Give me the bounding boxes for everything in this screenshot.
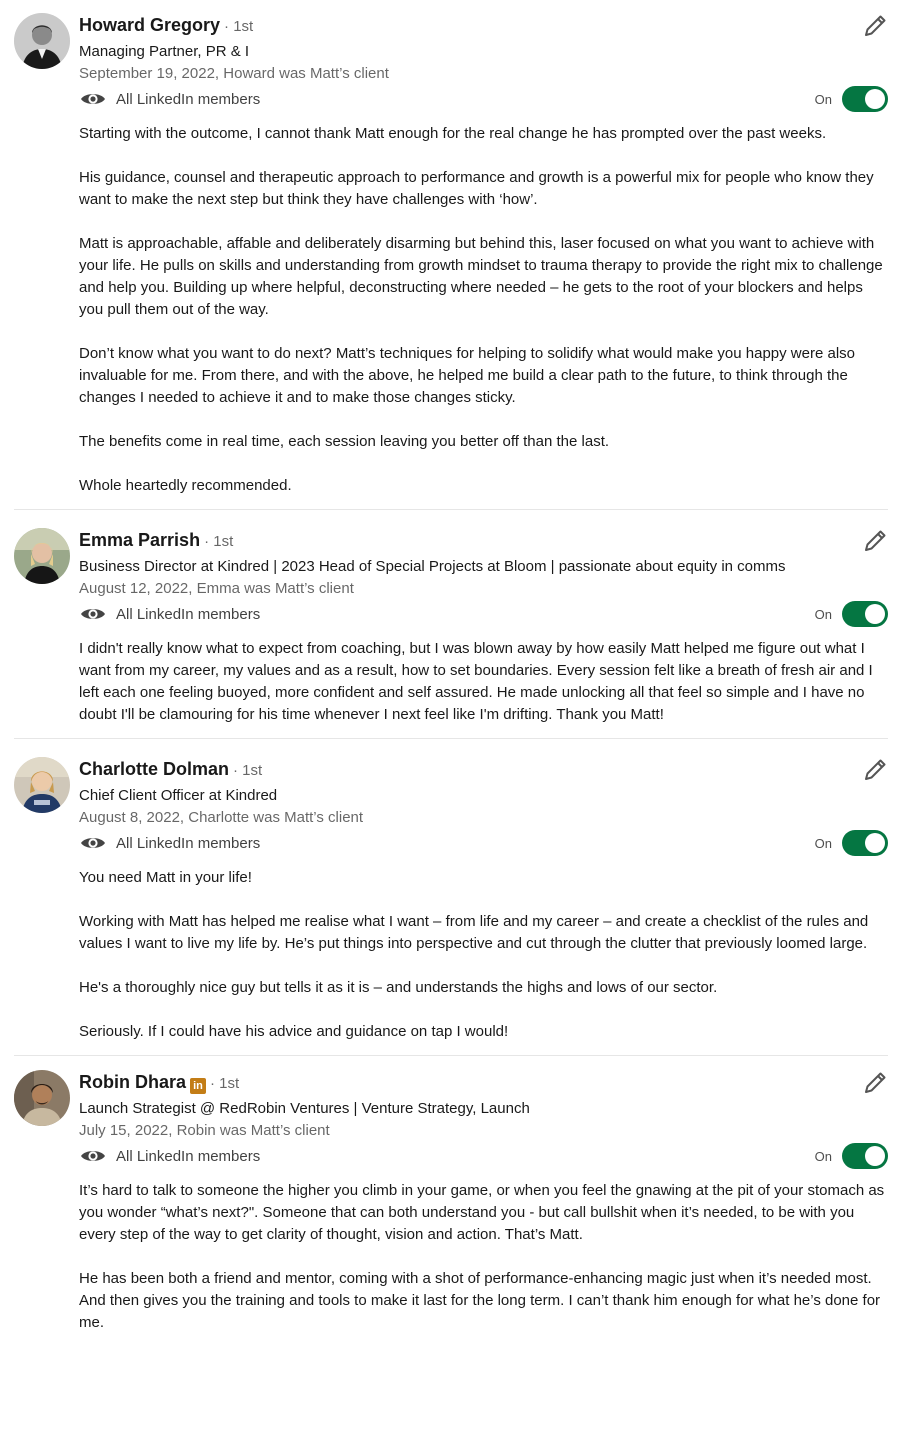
- visibility-toggle[interactable]: [842, 830, 888, 856]
- toggle-on-label: On: [814, 606, 832, 622]
- toggle-knob: [865, 1146, 885, 1166]
- visibility-toggle[interactable]: [842, 601, 888, 627]
- recommendation-paragraph: He's a thoroughly nice guy but tells it …: [79, 979, 718, 996]
- recommender-headline: Managing Partner, PR & I: [79, 43, 250, 60]
- edit-recommendation-button[interactable]: [862, 528, 888, 554]
- visibility-label: All LinkedIn members: [116, 834, 261, 852]
- visibility-row: All LinkedIn members On: [79, 1142, 888, 1170]
- connection-degree: · 1st: [204, 533, 234, 550]
- linkedin-premium-badge-icon: in: [190, 1078, 207, 1094]
- recommendation-text: It’s hard to talk to someone the higher …: [14, 1170, 887, 1334]
- recommender-headline: Launch Strategist @ RedRobin Ventures | …: [79, 1100, 530, 1117]
- recommendation-paragraph: Don’t know what you want to do next? Mat…: [79, 345, 855, 406]
- avatar[interactable]: [14, 757, 70, 813]
- connection-degree: · 1st: [210, 1075, 240, 1092]
- pencil-icon: [865, 759, 886, 780]
- recommendation-text: I didn't really know what to expect from…: [14, 628, 887, 726]
- visibility-toggle[interactable]: [842, 86, 888, 112]
- visibility-row: All LinkedIn members On: [79, 829, 888, 857]
- recommendation-date: August 12, 2022, Emma was Matt’s client: [79, 580, 354, 597]
- avatar[interactable]: [14, 528, 70, 584]
- recommendation-paragraph: Seriously. If I could have his advice an…: [79, 1023, 509, 1040]
- toggle-on-label: On: [814, 1148, 832, 1164]
- connection-degree: · 1st: [233, 762, 263, 779]
- recommendation-date: August 8, 2022, Charlotte was Matt’s cli…: [79, 809, 364, 826]
- recommendation-paragraph: Matt is approachable, affable and delibe…: [79, 235, 883, 318]
- visibility-toggle[interactable]: [842, 1143, 888, 1169]
- recommendation-text: Starting with the outcome, I cannot than…: [14, 113, 887, 497]
- recommender-name[interactable]: Emma Parrish: [79, 530, 200, 551]
- pencil-icon: [865, 15, 886, 36]
- recommendation-paragraph: The benefits come in real time, each ses…: [79, 433, 610, 450]
- visibility-label: All LinkedIn members: [116, 90, 261, 108]
- recommendations-list: Howard Gregory · 1st Managing Partner, P…: [0, 0, 902, 1346]
- avatar[interactable]: [14, 13, 70, 69]
- recommendation-paragraph: You need Matt in your life!: [79, 869, 252, 886]
- toggle-on-label: On: [814, 91, 832, 107]
- recommendation-paragraph: Working with Matt has helped me realise …: [79, 913, 869, 952]
- connection-degree: · 1st: [224, 18, 254, 35]
- toggle-knob: [865, 89, 885, 109]
- recommendation-paragraph: His guidance, counsel and therapeutic ap…: [79, 169, 874, 208]
- recommendation-paragraph: I didn't really know what to expect from…: [79, 640, 873, 723]
- recommender-name[interactable]: Robin Dhara: [79, 1072, 186, 1093]
- eye-icon: [81, 94, 105, 104]
- eye-icon: [81, 1151, 105, 1161]
- recommendation-card: Robin Dhara in · 1st Launch Strategist @…: [14, 1056, 888, 1346]
- edit-recommendation-button[interactable]: [862, 757, 888, 783]
- visibility-row: All LinkedIn members On: [79, 600, 888, 628]
- pencil-icon: [865, 1072, 886, 1093]
- edit-recommendation-button[interactable]: [862, 1070, 888, 1096]
- visibility-row: All LinkedIn members On: [79, 85, 888, 113]
- recommendation-card: Charlotte Dolman · 1st Chief Client Offi…: [14, 739, 888, 1056]
- eye-icon: [81, 838, 105, 848]
- recommendation-paragraph: He has been both a friend and mentor, co…: [79, 1270, 881, 1331]
- recommender-name[interactable]: Charlotte Dolman: [79, 759, 229, 780]
- toggle-knob: [865, 604, 885, 624]
- recommendation-date: July 15, 2022, Robin was Matt’s client: [79, 1122, 330, 1139]
- recommender-headline: Chief Client Officer at Kindred: [79, 787, 278, 804]
- recommendation-paragraph: It’s hard to talk to someone the higher …: [79, 1182, 885, 1243]
- recommendation-paragraph: Whole heartedly recommended.: [79, 477, 292, 494]
- toggle-on-label: On: [814, 835, 832, 851]
- edit-recommendation-button[interactable]: [862, 13, 888, 39]
- recommendation-text: You need Matt in your life! Working with …: [14, 857, 887, 1043]
- eye-icon: [81, 609, 105, 619]
- visibility-label: All LinkedIn members: [116, 1147, 261, 1165]
- avatar[interactable]: [14, 1070, 70, 1126]
- recommendation-card: Howard Gregory · 1st Managing Partner, P…: [14, 0, 888, 510]
- recommender-name[interactable]: Howard Gregory: [79, 15, 220, 36]
- visibility-label: All LinkedIn members: [116, 605, 261, 623]
- recommendation-card: Emma Parrish · 1st Business Director at …: [14, 510, 888, 739]
- recommender-headline: Business Director at Kindred | 2023 Head…: [79, 558, 786, 575]
- pencil-icon: [865, 530, 886, 551]
- recommendation-date: September 19, 2022, Howard was Matt’s cl…: [79, 65, 389, 82]
- recommendation-paragraph: Starting with the outcome, I cannot than…: [79, 125, 827, 142]
- toggle-knob: [865, 833, 885, 853]
